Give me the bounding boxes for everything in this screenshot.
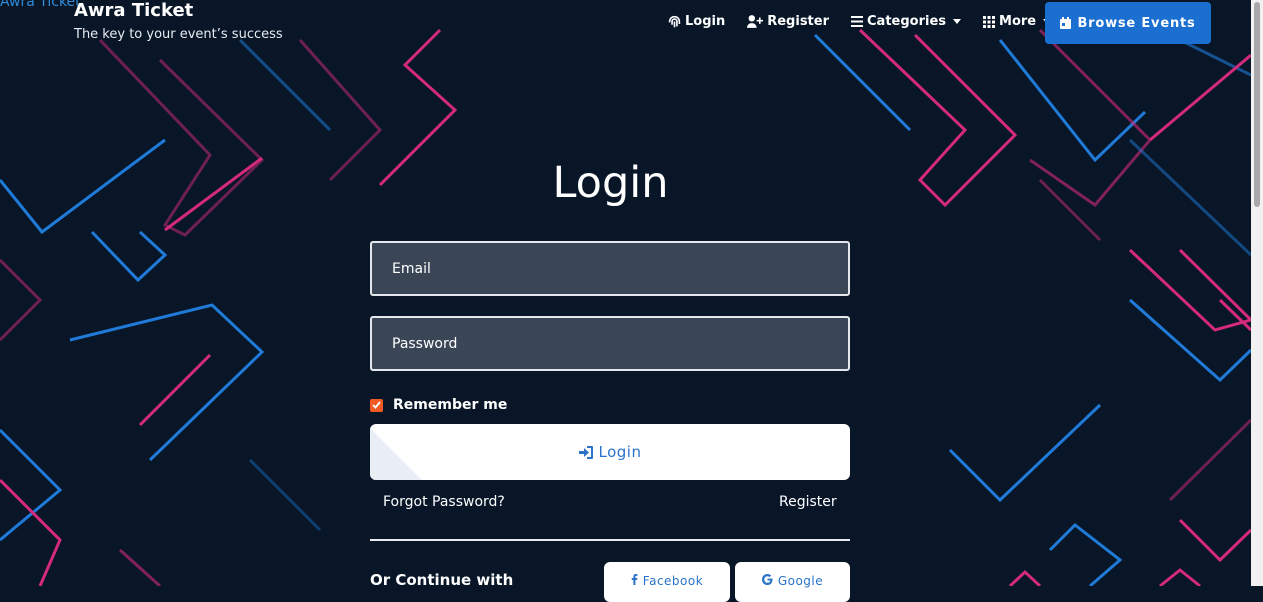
scrollbar-thumb[interactable] xyxy=(1254,2,1260,207)
nav-login[interactable]: Login xyxy=(668,14,725,29)
nav-login-label: Login xyxy=(685,14,726,29)
top-nav: Login Register Categories More xyxy=(668,14,1073,29)
calendar-icon xyxy=(1060,17,1072,29)
nav-register[interactable]: Register xyxy=(747,14,829,29)
register-link[interactable]: Register xyxy=(779,494,837,510)
login-button-label: Login xyxy=(598,443,642,461)
login-button[interactable]: Login xyxy=(370,424,850,480)
browse-events-button[interactable]: Browse Events xyxy=(1045,2,1211,44)
check-icon xyxy=(372,401,381,409)
nav-register-label: Register xyxy=(767,14,830,29)
email-field[interactable]: Email xyxy=(370,241,850,296)
page-scrollbar[interactable] xyxy=(1251,0,1263,586)
nav-categories[interactable]: Categories xyxy=(851,14,962,29)
forgot-password-link[interactable]: Forgot Password? xyxy=(383,494,505,510)
grid-icon xyxy=(983,15,996,28)
password-field[interactable]: Password xyxy=(370,316,850,371)
nav-categories-label: Categories xyxy=(867,14,947,29)
user-plus-icon xyxy=(747,15,764,28)
sign-in-icon xyxy=(578,445,593,459)
bars-icon xyxy=(851,16,864,27)
nav-more-label: More xyxy=(999,14,1037,29)
or-continue-label: Or Continue with xyxy=(370,571,514,589)
remember-me-label[interactable]: Remember me xyxy=(393,397,507,413)
chevron-down-icon xyxy=(953,19,962,24)
nav-more[interactable]: More xyxy=(983,14,1052,29)
password-placeholder: Password xyxy=(392,335,458,352)
brand-tagline: The key to your event’s success xyxy=(74,27,283,42)
brand-logo[interactable]: Awra Ticket xyxy=(0,0,81,10)
remember-me: Remember me xyxy=(370,397,507,413)
brand-title[interactable]: Awra Ticket xyxy=(74,0,193,21)
google-button[interactable]: Google xyxy=(735,562,850,602)
fingerprint-icon xyxy=(668,15,681,28)
button-shine xyxy=(370,428,422,480)
facebook-icon xyxy=(631,574,638,585)
google-icon xyxy=(761,574,773,585)
facebook-button[interactable]: Facebook xyxy=(604,562,730,602)
browse-events-label: Browse Events xyxy=(1077,15,1196,31)
remember-me-checkbox[interactable] xyxy=(370,398,383,412)
email-placeholder: Email xyxy=(392,260,431,277)
page-title: Login xyxy=(552,158,669,208)
divider xyxy=(370,539,850,541)
